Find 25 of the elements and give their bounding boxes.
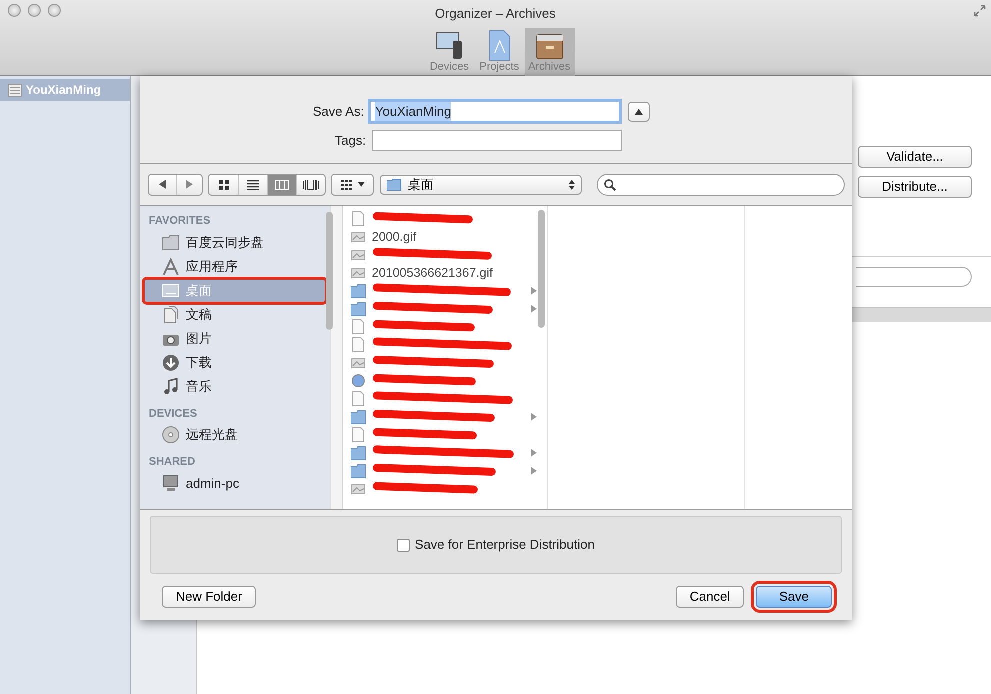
sidebar-item[interactable]: 远程光盘	[144, 423, 326, 447]
save-as-field[interactable]: YouXianMing	[370, 101, 620, 122]
sidebar-item[interactable]: 应用程序	[144, 254, 326, 278]
file-name[interactable]: 201005366621367.gif	[372, 264, 493, 282]
file-name[interactable]: 2000.gif	[372, 228, 416, 246]
enterprise-checkbox[interactable]: Save for Enterprise Distribution	[397, 535, 595, 555]
tags-label: Tags:	[335, 132, 366, 150]
location-popup[interactable]: 桌面	[380, 174, 582, 194]
sidebar-item[interactable]: 文稿	[144, 302, 326, 326]
section-heading: DEVICES	[148, 406, 198, 422]
window-title: Organizer – Archives	[435, 5, 556, 23]
sidebar-item[interactable]: 百度云同步盘	[144, 230, 326, 254]
file-row[interactable]: 2000.gif	[351, 228, 547, 246]
button[interactable]: Validate...	[858, 146, 972, 168]
section-heading: FAVORITES	[148, 214, 212, 229]
file-row[interactable]: 201005366621367.gif	[351, 264, 547, 282]
section-heading: SHARED	[148, 455, 196, 470]
save-as-label: Save As:	[313, 102, 364, 121]
sidebar-item[interactable]: admin-pc	[144, 472, 326, 496]
button[interactable]: Distribute...	[858, 176, 972, 198]
sidebar-item[interactable]: 音乐	[144, 374, 326, 398]
sidebar-item[interactable]: 图片	[144, 326, 326, 350]
cancel-button[interactable]: Cancel	[676, 586, 744, 608]
new-folder-button[interactable]: New Folder	[162, 586, 256, 608]
sidebar-item[interactable]: 下载	[144, 350, 326, 374]
